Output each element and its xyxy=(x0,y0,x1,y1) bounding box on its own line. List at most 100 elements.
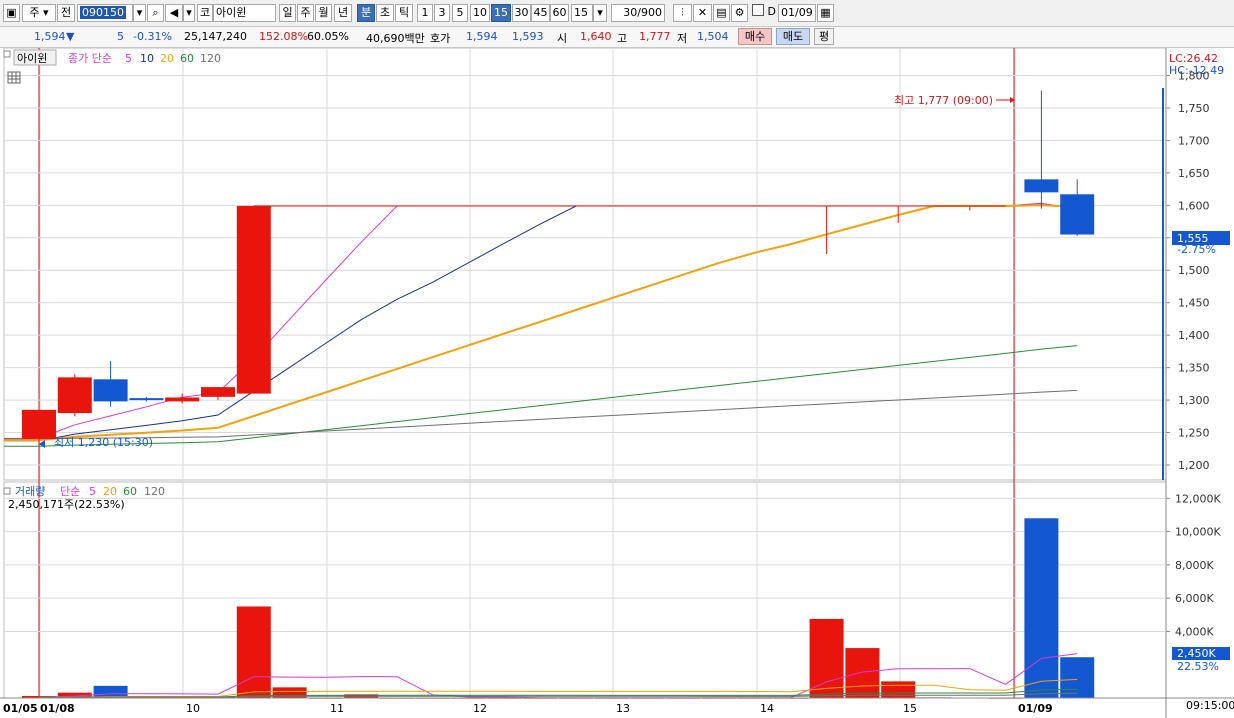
candle-body[interactable] xyxy=(201,387,235,397)
open-price: 1,640 xyxy=(580,30,612,43)
count-total: /900 xyxy=(637,6,662,19)
volume-tick-label: 12,000K xyxy=(1175,492,1221,505)
interval-15-button[interactable]: 15 xyxy=(491,4,511,22)
table-icon[interactable] xyxy=(7,71,21,84)
x-tick-label: 11 xyxy=(330,702,344,715)
x-tick-label: 12 xyxy=(473,702,487,715)
sell-button[interactable]: 매도 xyxy=(776,28,810,45)
x-tick-label: 01/08 xyxy=(40,702,75,715)
interval-5-button[interactable]: 5 xyxy=(452,4,468,22)
candle-body[interactable] xyxy=(236,205,271,394)
bid-price: 1,593 xyxy=(512,30,544,43)
interval-3-button[interactable]: 3 xyxy=(434,4,450,22)
interval-45-button[interactable]: 45 xyxy=(531,4,550,22)
period-minute-button[interactable]: 분 xyxy=(357,4,375,22)
x-tick-label: 15 xyxy=(903,702,917,715)
period-month-button[interactable]: 월 xyxy=(315,4,332,22)
high-annotation: 최고 1,777 (09:00) xyxy=(894,94,993,107)
price-tick-label: 1,600 xyxy=(1178,199,1210,212)
period-tick-button[interactable]: 틱 xyxy=(395,4,413,22)
gear-icon[interactable]: ⚙ xyxy=(731,4,748,22)
period-year-button[interactable]: 년 xyxy=(334,4,352,22)
vol-legend-ma120: 120 xyxy=(144,485,165,498)
buy-button[interactable]: 매수 xyxy=(738,28,772,45)
volume-panel-marker xyxy=(3,487,11,495)
low-annotation: 최저 1,230 (15:30) xyxy=(54,436,153,449)
volume-bar[interactable] xyxy=(809,618,844,698)
volume-tick-label: 4,000K xyxy=(1175,625,1214,638)
save-icon[interactable]: ▤ xyxy=(713,4,730,22)
candle-body[interactable] xyxy=(165,397,200,402)
low-label: 저 xyxy=(677,32,688,45)
price-tick-label: 1,350 xyxy=(1178,362,1210,375)
checkbox-label: D xyxy=(767,5,776,18)
x-tick-label: 14 xyxy=(760,702,774,715)
checkbox-box xyxy=(752,4,764,16)
vol-legend-ma5: 5 xyxy=(89,485,96,498)
volume-ratio: 152.08% xyxy=(259,30,308,43)
speaker-icon[interactable]: ◀ xyxy=(165,4,183,22)
volume-bar[interactable] xyxy=(845,648,880,698)
market-type-label: 주 xyxy=(29,6,40,19)
eraser-tool-icon[interactable]: ✕ xyxy=(693,4,712,22)
market-type-select[interactable]: 주 ▾ xyxy=(22,4,56,22)
candle-body[interactable] xyxy=(57,377,92,414)
volume-panel-title: 거래량 xyxy=(15,485,45,498)
price-tick-label: 1,200 xyxy=(1178,459,1210,472)
panel-marker xyxy=(3,50,11,58)
search-icon[interactable]: ⌕ xyxy=(147,4,164,22)
chart-type-icon[interactable]: ▣ xyxy=(3,4,20,22)
volume-bar[interactable] xyxy=(1060,657,1095,698)
candle-body[interactable] xyxy=(1060,194,1095,235)
volume-panel-frame xyxy=(3,481,1167,699)
price-tick-label: 1,700 xyxy=(1178,134,1210,147)
interval-dropdown-button[interactable]: ▾ xyxy=(593,4,607,22)
period-week-button[interactable]: 주 xyxy=(297,4,314,22)
x-tick-label: 10 xyxy=(186,702,200,715)
date-input[interactable]: 01/09 xyxy=(778,4,816,22)
average-button[interactable]: 평 xyxy=(814,28,834,45)
candle-body[interactable] xyxy=(129,398,164,401)
trade-value: 40,690백만 xyxy=(366,32,425,45)
ask-price: 1,594 xyxy=(466,30,498,43)
interval-1-button[interactable]: 1 xyxy=(417,4,433,22)
vol-legend-ma60: 60 xyxy=(123,485,137,498)
candle-body[interactable] xyxy=(22,409,56,440)
x-tick-label: 01/09 xyxy=(1018,702,1053,715)
candle-tool-icon[interactable]: ⫶ xyxy=(673,4,692,22)
x-tick-label: 13 xyxy=(616,702,630,715)
stock-name-field[interactable]: 아이윈 xyxy=(213,4,276,22)
bid-ask-label: 호가 xyxy=(430,32,451,45)
interval-select[interactable]: 15 xyxy=(571,4,593,22)
current-pct-tag: -2.75% xyxy=(1177,243,1216,256)
period-second-button[interactable]: 초 xyxy=(376,4,394,22)
volume-bar[interactable] xyxy=(1024,518,1059,698)
time-label: 09:15:00 xyxy=(1186,699,1234,712)
price-change-pct: -0.31% xyxy=(133,30,172,43)
low-price: 1,504 xyxy=(697,30,729,43)
candle-body[interactable] xyxy=(93,379,128,402)
high-label: 고 xyxy=(617,32,628,45)
calendar-icon[interactable]: ▦ xyxy=(817,4,834,22)
volume-bar[interactable] xyxy=(236,606,271,698)
interval-30-button[interactable]: 30 xyxy=(512,4,531,22)
stock-code-text: 090150 xyxy=(80,6,126,19)
candle-body[interactable] xyxy=(1024,179,1059,193)
price-panel-frame xyxy=(3,48,1167,481)
volume-current-tag-text: 2,450K xyxy=(1177,647,1216,660)
price-tick-label: 1,650 xyxy=(1178,167,1210,180)
price-tick-label: 1,250 xyxy=(1178,427,1210,440)
count-input[interactable]: 30/900 xyxy=(611,4,665,22)
d-checkbox[interactable]: D xyxy=(752,4,776,22)
volume-tick-label: 6,000K xyxy=(1175,592,1214,605)
down-arrow-icon: ▼ xyxy=(66,30,75,43)
interval-60-button[interactable]: 60 xyxy=(550,4,569,22)
prev-button[interactable]: 전 xyxy=(57,4,75,22)
price-legend-title: 종가 단순 xyxy=(68,52,112,65)
speaker-dropdown-button[interactable]: ▾ xyxy=(183,4,195,22)
price-volume-chart[interactable]: 1,8001,7501,7001,6501,6001,5501,5001,450… xyxy=(0,48,1234,718)
code-dropdown-button[interactable]: ▾ xyxy=(133,4,146,22)
interval-10-button[interactable]: 10 xyxy=(470,4,490,22)
stock-code-input[interactable]: 090150 xyxy=(77,4,133,22)
period-day-button[interactable]: 일 xyxy=(279,4,296,22)
